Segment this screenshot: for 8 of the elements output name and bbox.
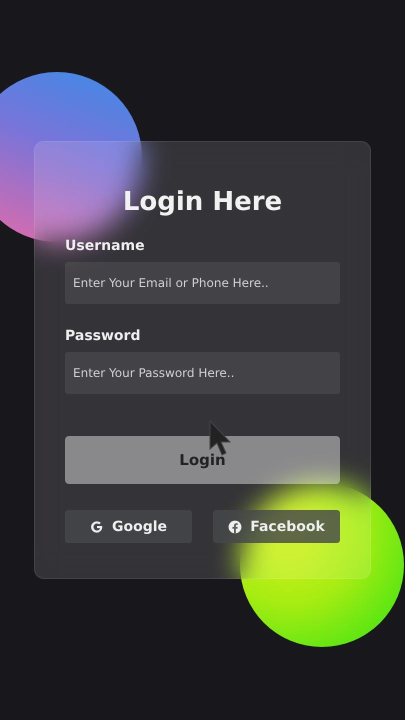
field-label: Username	[65, 237, 146, 256]
google-icon	[90, 520, 104, 534]
social-login-button[interactable]: Google	[65, 510, 192, 543]
facebook-icon	[228, 520, 242, 534]
social-login-button[interactable]: Facebook	[213, 510, 340, 543]
login-button[interactable]: Login	[65, 436, 340, 484]
login-title: Login Here	[122, 186, 282, 219]
field-label: Password	[65, 327, 142, 346]
